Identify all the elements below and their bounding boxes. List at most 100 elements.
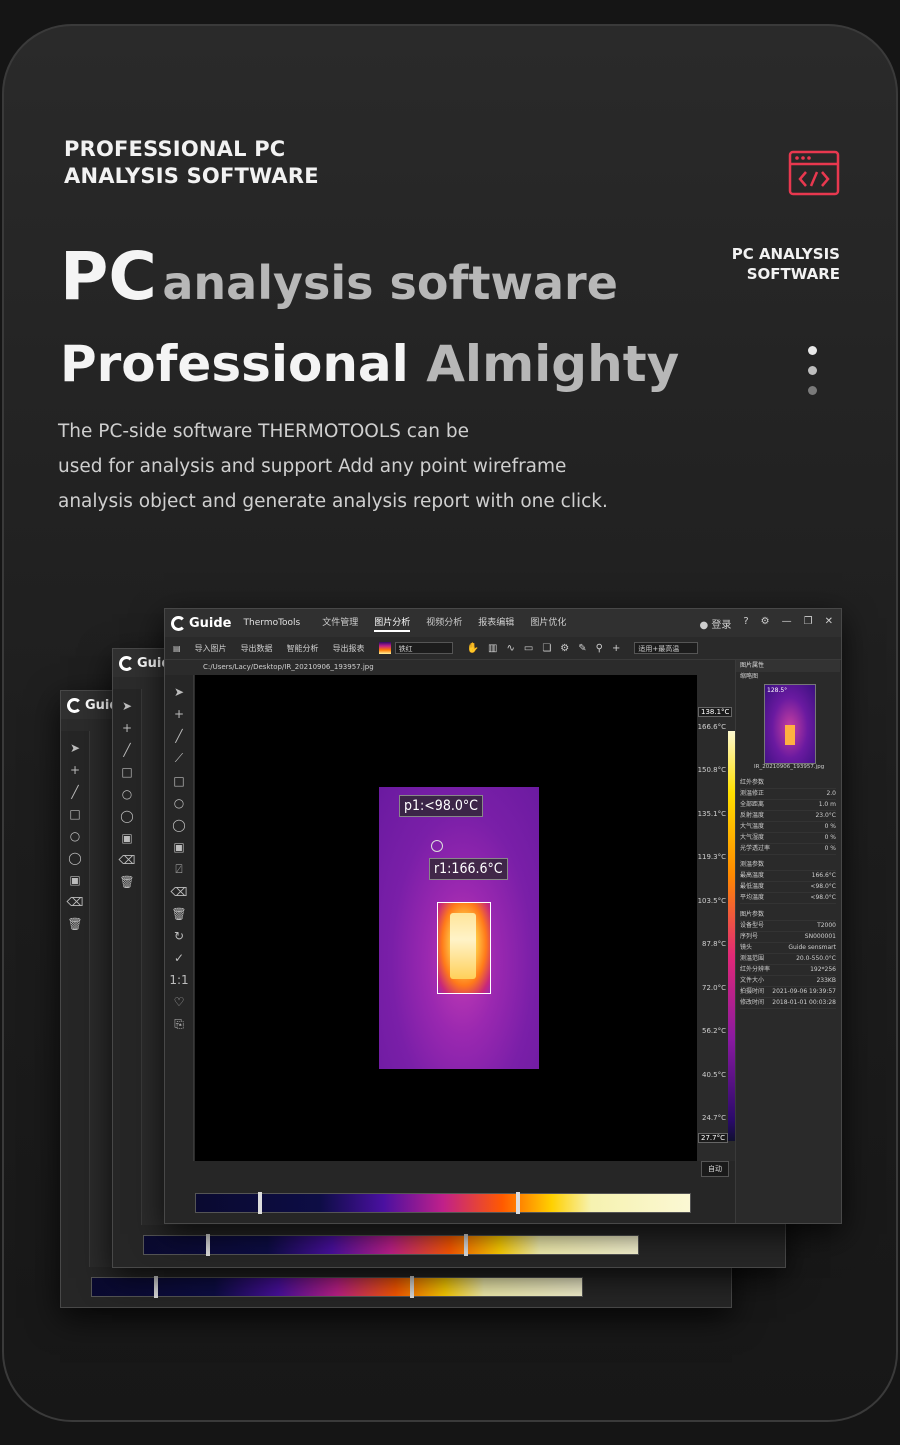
close-icon[interactable]: ✕ — [825, 616, 833, 631]
param-row[interactable]: 反射温度 23.0°C — [740, 811, 836, 822]
check-icon[interactable]: ✓ — [174, 951, 184, 965]
auto-button[interactable]: 自动 — [701, 1161, 729, 1177]
circle-icon[interactable]: ○ — [70, 829, 80, 843]
minimize-icon[interactable]: — — [782, 616, 792, 631]
description-line-1: The PC-side software THERMOTOOLS can be — [58, 421, 470, 442]
menu-image-analysis[interactable]: 图片分析 — [374, 615, 411, 632]
import-image-button[interactable]: 导入图片 — [195, 643, 227, 654]
region-r1[interactable] — [437, 902, 491, 994]
param-row[interactable]: 测温修正 2.0 — [740, 789, 836, 800]
gear-icon[interactable]: ⚙ — [560, 643, 569, 654]
param-row[interactable]: 大气湿度 0 % — [740, 833, 836, 844]
restore-icon[interactable]: ❐ — [804, 616, 813, 631]
side-section-label: PC ANALYSIS SOFTWARE — [732, 244, 840, 284]
rect-icon[interactable]: □ — [121, 765, 132, 779]
pin-icon[interactable]: ⚲ — [596, 643, 603, 654]
login-button[interactable]: ● 登录 — [699, 616, 731, 631]
pointer-icon[interactable]: ➤ — [174, 685, 184, 699]
side-label-line-1: PC ANALYSIS — [731, 245, 840, 263]
palette-low-handle[interactable] — [206, 1234, 210, 1256]
trash-icon[interactable]: 🗑 — [67, 917, 82, 931]
menu-report[interactable]: 报表编辑 — [478, 615, 514, 632]
text-icon[interactable]: ⍁ — [175, 862, 182, 877]
palette-high-handle[interactable] — [516, 1192, 520, 1214]
rect-icon[interactable]: □ — [69, 807, 80, 821]
cross-icon[interactable]: + — [70, 763, 80, 777]
palette-low-handle[interactable] — [258, 1192, 262, 1214]
ellipse-icon[interactable]: ◯ — [120, 809, 133, 823]
plus-icon[interactable]: + — [612, 643, 620, 654]
settings-icon[interactable]: ⚙ — [761, 616, 770, 631]
copy-icon[interactable]: ❏ — [542, 643, 551, 654]
page-dot-1[interactable] — [808, 346, 817, 355]
heart-icon[interactable]: ♡ — [174, 995, 185, 1009]
pagination-dots[interactable] — [808, 346, 817, 406]
scale-min[interactable]: 27.7°C — [698, 1133, 728, 1143]
select-icon[interactable]: ▣ — [121, 831, 132, 845]
select-icon[interactable]: ▣ — [69, 873, 80, 887]
param-row: 红外分辨率 192*256 — [740, 965, 836, 976]
left-toolbar: ➤ + ╱ □ ○ ◯ ▣ ⌫ 🗑 — [113, 689, 142, 1267]
menu-video-analysis[interactable]: 视频分析 — [426, 615, 462, 632]
smart-analysis-button[interactable]: 智能分析 — [287, 643, 319, 654]
trash-icon[interactable]: 🗑 — [119, 875, 134, 889]
palette-bar[interactable] — [143, 1234, 639, 1256]
param-row[interactable]: 大气温度 0 % — [740, 822, 836, 833]
circle-icon[interactable]: ○ — [174, 796, 184, 810]
eraser-icon[interactable]: ⌫ — [119, 853, 136, 867]
eraser-icon[interactable]: ⌫ — [67, 895, 84, 909]
page-dot-2[interactable] — [808, 366, 817, 375]
export-report-button[interactable]: 导出报表 — [333, 643, 365, 654]
palette-bar[interactable] — [195, 1192, 691, 1214]
ellipse-icon[interactable]: ◯ — [68, 851, 81, 865]
eraser-icon[interactable]: ⌫ — [171, 885, 188, 899]
rect-icon[interactable]: □ — [173, 774, 184, 788]
trash-icon[interactable]: 🗑 — [171, 907, 186, 921]
palette-select[interactable]: 铁红 — [378, 642, 453, 654]
help-icon[interactable]: ? — [743, 616, 748, 631]
param-row: 文件大小 233KB — [740, 976, 836, 987]
palette-low-handle[interactable] — [154, 1276, 158, 1298]
rotate-icon[interactable]: ↻ — [174, 929, 184, 943]
ellipse-icon[interactable]: ◯ — [172, 818, 185, 832]
palette-high-handle[interactable] — [410, 1276, 414, 1298]
image-viewport[interactable]: p1:<98.0°C r1:166.6°C — [195, 675, 697, 1161]
select-icon[interactable]: ▣ — [173, 840, 184, 854]
palette-high-handle[interactable] — [464, 1234, 468, 1256]
cross-icon[interactable]: + — [174, 707, 184, 721]
export-data-button[interactable]: 导出数据 — [241, 643, 273, 654]
menu-file[interactable]: 文件管理 — [322, 615, 358, 632]
menu-image-optimize[interactable]: 图片优化 — [530, 615, 566, 632]
panel-title: 图片属性 — [736, 660, 840, 672]
circle-icon[interactable]: ○ — [122, 787, 132, 801]
cross-icon[interactable]: + — [122, 721, 132, 735]
image-params: 图片参数 设备型号 T2000 序列号 SN000001 镜头 Guide sensm… — [740, 910, 836, 1009]
edit-icon[interactable]: ✎ — [578, 643, 586, 654]
frame-icon[interactable]: ▭ — [524, 643, 533, 654]
save-icon[interactable]: ▤ — [173, 644, 181, 653]
trend-icon[interactable]: ∿ — [506, 643, 514, 654]
hand-icon[interactable]: ✋ — [467, 643, 479, 654]
point-p1-marker[interactable] — [431, 840, 443, 852]
page-dot-3[interactable] — [808, 386, 817, 395]
infrared-params: 红外参数 测温修正 2.0 全部距离 1.0 m 反射温度 23.0°C 大气温度 0 … — [740, 778, 836, 855]
zoom-select[interactable]: 适用+最高温 — [634, 642, 699, 654]
line-icon[interactable]: ╱ — [175, 729, 182, 743]
thumbnail-image[interactable]: 128.5° — [764, 684, 816, 764]
param-row: 拍摄时间 2021-09-06 19:39:57 — [740, 987, 836, 998]
histogram-icon[interactable]: ▥ — [488, 643, 497, 654]
pointer-icon[interactable]: ➤ — [122, 699, 132, 713]
param-row[interactable]: 全部距离 1.0 m — [740, 800, 836, 811]
line-icon[interactable]: ╱ — [71, 785, 78, 799]
pointer-icon[interactable]: ➤ — [70, 741, 80, 755]
palette-bar[interactable] — [91, 1276, 583, 1298]
ratio-icon[interactable]: 1:1 — [169, 973, 188, 987]
export-icon[interactable]: ⎘ — [174, 1017, 184, 1032]
scale-max[interactable]: 138.1°C — [698, 707, 733, 717]
thermal-image[interactable] — [379, 787, 539, 1069]
description-line-3: analysis object and generate analysis re… — [58, 491, 608, 512]
param-row: 序列号 SN000001 — [740, 932, 836, 943]
line-icon[interactable]: ╱ — [123, 743, 130, 757]
param-row[interactable]: 光学透过率 0 % — [740, 844, 836, 855]
polyline-icon[interactable]: ⟋ — [175, 751, 183, 766]
